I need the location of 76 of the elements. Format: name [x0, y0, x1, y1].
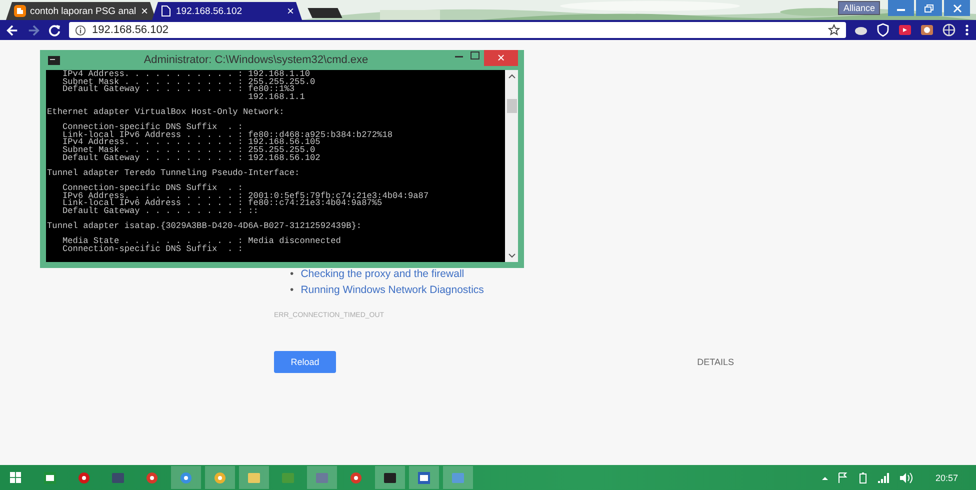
tab-title: 192.168.56.102: [176, 6, 244, 16]
close-button[interactable]: [944, 0, 970, 16]
speaker-icon[interactable]: [899, 472, 914, 484]
url-text: 192.168.56.102: [92, 24, 170, 36]
console-line: IPv4 Address. . . . . . . . . . . : 192.168.1.10: [61, 71, 310, 79]
reload-icon[interactable]: [48, 24, 61, 36]
scroll-up-icon[interactable]: [508, 73, 516, 79]
battery-icon[interactable]: [857, 472, 870, 484]
app-icon: [349, 472, 363, 484]
tab-title: contoh laporan PSG anal: [30, 6, 137, 16]
app-icon: [77, 472, 91, 484]
window-title: Administrator: C:\Windows\system32\cmd.exe: [142, 54, 370, 66]
back-button[interactable]: [6, 24, 19, 36]
console-line: Default Gateway . . . . . . . . . : fe80::1%3: [61, 86, 295, 94]
info-icon: [75, 24, 86, 36]
console-line: Default Gateway . . . . . . . . . : ::: [61, 208, 260, 216]
suggestion-link[interactable]: Running Windows Network Diagnostics: [300, 282, 484, 298]
bullet: •: [290, 283, 294, 298]
tab-close-button[interactable]: ×: [140, 4, 148, 18]
chevron-up-icon[interactable]: [821, 474, 830, 480]
flag-icon[interactable]: [837, 472, 850, 484]
clock-time[interactable]: 20:57: [935, 472, 958, 482]
app-icon: [281, 472, 295, 484]
star-icon[interactable]: [828, 24, 840, 36]
close-icon: [952, 4, 962, 12]
console-line: Connection-specific DNS Suffix . :: [61, 124, 244, 132]
reload-button[interactable]: Reload: [274, 351, 336, 373]
app-icon: [383, 472, 397, 484]
app-icon: [213, 472, 227, 484]
scroll-thumb[interactable]: [506, 99, 516, 113]
console-line: Ethernet adapter VirtualBox Host-Only Network:: [47, 108, 286, 117]
app-icon: [145, 472, 159, 484]
scrollbar[interactable]: [505, 70, 518, 262]
console-line: Tunnel adapter Teredo Tunneling Pseudo-Interface:: [47, 170, 301, 178]
tab-close-button[interactable]: ×: [286, 4, 294, 18]
video-icon[interactable]: [898, 23, 912, 37]
page-icon: [160, 5, 172, 17]
browser-tab[interactable]: contoh laporan PSG anal ×: [6, 2, 156, 20]
app-icon: [417, 472, 431, 484]
console-line: IPv4 Address. . . . . . . . . . . : 192.168.56.105: [61, 139, 320, 147]
blog-icon: [14, 5, 26, 17]
console-line: Default Gateway . . . . . . . . . : 192.168.56.102: [61, 154, 322, 162]
camera-icon[interactable]: [920, 23, 934, 37]
app-icon: [179, 472, 193, 484]
console-icon: [48, 56, 60, 64]
menu-icon[interactable]: [964, 23, 970, 37]
console-line: Link-local IPv6 Address . . . . . : fe80::c74:21e3:4b04:9a87%5: [61, 200, 382, 208]
console-line: Connection-specific DNS Suffix . :: [61, 246, 244, 254]
minimize-button[interactable]: [888, 0, 914, 16]
console-line: Subnet Mask . . . . . . . . . . . : 255.255.255.0: [61, 146, 316, 155]
restore-button[interactable]: [916, 0, 942, 16]
globe-icon[interactable]: [942, 23, 956, 37]
signal-icon[interactable]: [877, 472, 892, 484]
console-line: Tunnel adapter isatap.{3029A3BB-D420-4D6A-B027-31212592439B}:: [47, 222, 363, 230]
console-line: 192.168.1.1: [247, 94, 306, 102]
console-line: Media State . . . . . . . . . . . : Media disconnected: [61, 238, 342, 246]
taskbar-app[interactable]: [409, 466, 439, 489]
shield-icon[interactable]: [876, 23, 890, 37]
bullet: •: [290, 267, 294, 282]
app-icon: [111, 472, 125, 484]
app-icon: [43, 472, 57, 484]
details-button[interactable]: DETAILS: [697, 357, 734, 367]
taskbar-app[interactable]: [375, 466, 405, 489]
maximize-button[interactable]: [468, 50, 482, 62]
browser-tab[interactable]: 192.168.56.102 ×: [152, 2, 302, 20]
scroll-down-icon[interactable]: [508, 253, 516, 259]
close-button[interactable]: ×: [484, 50, 518, 66]
app-icon: [451, 472, 465, 484]
profile-label[interactable]: Alliance: [838, 1, 880, 15]
app-icon: [315, 472, 329, 484]
suggestion-link[interactable]: Checking the proxy and the firewall: [300, 266, 464, 282]
start-button[interactable]: [10, 472, 21, 483]
app-icon: [247, 472, 261, 484]
console-line: Connection-specific DNS Suffix . :: [61, 184, 244, 192]
address-bar[interactable]: 192.168.56.102: [69, 22, 846, 38]
restore-icon: [924, 4, 934, 12]
